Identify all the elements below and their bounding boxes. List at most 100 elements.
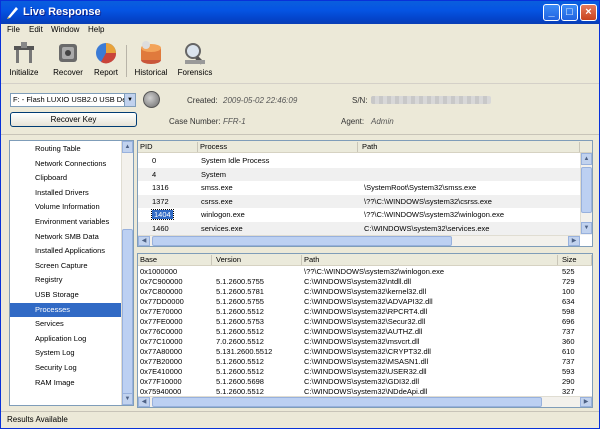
scroll-up-icon[interactable]: ▲ <box>581 153 592 165</box>
path-cell: C:\WINDOWS\system32\AUTHZ.dll <box>304 327 423 336</box>
path-cell: C:\WINDOWS\system32\kernel32.dll <box>304 287 427 296</box>
table-row[interactable]: 0x77E70000 5.1.2600.5512 C:\WINDOWS\system… <box>138 307 592 317</box>
module-hscrollbar[interactable]: ◀ ▶ <box>138 396 592 407</box>
redacted-serial <box>371 96 491 104</box>
sidebar-item[interactable]: Environment variables <box>10 215 122 229</box>
base-cell: 0x1000000 <box>140 267 178 276</box>
menu-bar: File Edit Window Help <box>1 24 599 38</box>
report-icon <box>96 43 117 64</box>
title-bar[interactable]: Live Response _ □ × <box>1 1 599 24</box>
table-row[interactable]: 0x77A80000 5.131.2600.5512 C:\WINDOWS\syst… <box>138 347 592 357</box>
case-number-label: Case Number: <box>169 117 221 126</box>
process-vscrollbar[interactable]: ▲ ▼ <box>580 153 592 234</box>
size-cell: 634 <box>562 297 575 306</box>
agent-label: Agent: <box>341 117 365 126</box>
refresh-icon[interactable] <box>143 91 160 108</box>
scroll-right-icon[interactable]: ▶ <box>568 236 580 246</box>
table-row[interactable]: 4 System <box>138 167 592 181</box>
category-sidebar: Routing Table Network Connections Clipboar… <box>9 140 134 406</box>
table-row[interactable]: 0x77DD0000 5.1.2600.5755 C:\WINDOWS\system… <box>138 297 592 307</box>
sidebar-item[interactable]: RAM Image <box>10 376 122 390</box>
col-size[interactable]: Size <box>562 255 592 265</box>
col-path[interactable]: Path <box>362 142 580 152</box>
close-button[interactable]: × <box>580 4 597 21</box>
col-path[interactable]: Path <box>304 255 558 265</box>
menu-help[interactable]: Help <box>88 25 104 34</box>
pid-cell: 1460 <box>152 223 169 233</box>
sidebar-item[interactable]: USB Storage <box>10 288 122 302</box>
sidebar-item[interactable]: Network Connections <box>10 157 122 171</box>
path-cell: C:\WINDOWS\system32\RPCRT4.dll <box>304 307 428 316</box>
sidebar-item[interactable]: Security Log <box>10 361 122 375</box>
created-value: 2009-05-02 22:46:09 <box>223 96 298 105</box>
base-cell: 0x77FE0000 <box>140 317 183 326</box>
forensics-button[interactable]: Forensics <box>172 40 218 82</box>
sidebar-item[interactable]: Installed Drivers <box>10 186 122 200</box>
col-pid[interactable]: PID <box>140 142 198 152</box>
table-row[interactable]: 1316 smss.exe \SystemRoot\System32\smss.ex… <box>138 181 592 194</box>
report-button[interactable]: Report <box>83 40 129 82</box>
table-row[interactable]: 0x77C10000 7.0.2600.5512 C:\WINDOWS\system… <box>138 337 592 347</box>
version-cell: 5.1.2600.5755 <box>216 277 264 286</box>
toolbar-separator <box>126 45 127 77</box>
module-table-header: Base Version Path Size <box>138 254 592 266</box>
table-row[interactable]: 0x77FE0000 5.1.2600.5753 C:\WINDOWS\system… <box>138 317 592 327</box>
sidebar-item[interactable]: Installed Applications <box>10 244 122 258</box>
col-process[interactable]: Process <box>200 142 358 152</box>
sidebar-item[interactable]: Application Log <box>10 332 122 346</box>
scroll-right-icon[interactable]: ▶ <box>580 397 592 407</box>
sidebar-item[interactable]: Screen Capture <box>10 259 122 273</box>
table-row[interactable]: 0x7C800000 5.1.2600.5781 C:\WINDOWS\system… <box>138 287 592 297</box>
sidebar-item[interactable]: Clipboard <box>10 171 122 185</box>
path-cell: C:\WINDOWS\system32\ntdll.dll <box>304 277 412 286</box>
sidebar-item[interactable]: System Log <box>10 346 122 360</box>
table-row[interactable]: 0x77B20000 5.1.2600.5512 C:\WINDOWS\system… <box>138 357 592 367</box>
recover-key-button[interactable]: Recover Key <box>10 112 137 127</box>
version-cell: 7.0.2600.5512 <box>216 337 264 346</box>
table-row[interactable]: 1372 csrss.exe \??\C:\WINDOWS\system32\csr… <box>138 194 592 208</box>
maximize-button[interactable]: □ <box>561 4 578 21</box>
table-row[interactable]: 0 System Idle Process <box>138 154 592 167</box>
table-row[interactable]: 0x776C0000 5.1.2600.5512 C:\WINDOWS\system… <box>138 327 592 337</box>
sidebar-item[interactable]: Network SMB Data <box>10 230 122 244</box>
initialize-button[interactable]: Initialize <box>1 40 47 82</box>
base-cell: 0x77C10000 <box>140 337 183 346</box>
sidebar-item[interactable]: Volume Information <box>10 200 122 214</box>
size-cell: 598 <box>562 307 575 316</box>
process-hscrollbar[interactable]: ◀ ▶ <box>138 235 580 246</box>
sidebar-item[interactable]: Services <box>10 317 122 331</box>
scroll-thumb[interactable] <box>122 229 133 399</box>
scroll-left-icon[interactable]: ◀ <box>138 236 150 246</box>
historical-button[interactable]: Historical <box>128 40 174 82</box>
table-row[interactable]: 0x1000000 \??\C:\WINDOWS\system32\winlogo… <box>138 267 592 277</box>
chevron-down-icon[interactable]: ▼ <box>124 94 135 106</box>
minimize-button[interactable]: _ <box>543 4 560 21</box>
scroll-left-icon[interactable]: ◀ <box>138 397 150 407</box>
scroll-down-icon[interactable]: ▼ <box>122 393 133 405</box>
scroll-thumb[interactable] <box>152 397 542 407</box>
menu-edit[interactable]: Edit <box>29 25 43 34</box>
table-row[interactable]: 0x77F10000 5.1.2600.5698 C:\WINDOWS\system… <box>138 377 592 387</box>
pen-icon <box>7 7 18 19</box>
table-row[interactable]: 1404 winlogon.exe \??\C:\WINDOWS\system32\… <box>138 208 592 221</box>
sidebar-item[interactable]: Routing Table <box>10 142 122 156</box>
drive-select[interactable]: F: - Flash LUXIO USB2.0 USB Device ▼ <box>10 93 136 107</box>
scroll-thumb[interactable] <box>152 236 452 246</box>
sidebar-scrollbar[interactable]: ▲ ▼ <box>121 141 133 405</box>
menu-window[interactable]: Window <box>51 25 79 34</box>
scroll-down-icon[interactable]: ▼ <box>581 222 592 234</box>
sidebar-item[interactable]: Registry <box>10 273 122 287</box>
table-row[interactable]: 1460 services.exe C:\WINDOWS\system32\serv… <box>138 221 592 235</box>
scroll-thumb[interactable] <box>581 167 592 213</box>
sidebar-item[interactable]: Processes <box>10 302 122 317</box>
path-cell: \??\C:\WINDOWS\system32\winlogon.exe <box>364 210 505 219</box>
version-cell: 5.1.2600.5512 <box>216 327 264 336</box>
scroll-up-icon[interactable]: ▲ <box>122 141 133 153</box>
menu-file[interactable]: File <box>7 25 20 34</box>
col-base[interactable]: Base <box>140 255 212 265</box>
table-row[interactable]: 0x7C900000 5.1.2600.5755 C:\WINDOWS\system… <box>138 277 592 287</box>
table-row[interactable]: 0x7E410000 5.1.2600.5512 C:\WINDOWS\system… <box>138 367 592 377</box>
col-version[interactable]: Version <box>216 255 302 265</box>
path-cell: C:\WINDOWS\system32\services.exe <box>364 223 490 233</box>
version-cell: 5.1.2600.5781 <box>216 287 264 296</box>
